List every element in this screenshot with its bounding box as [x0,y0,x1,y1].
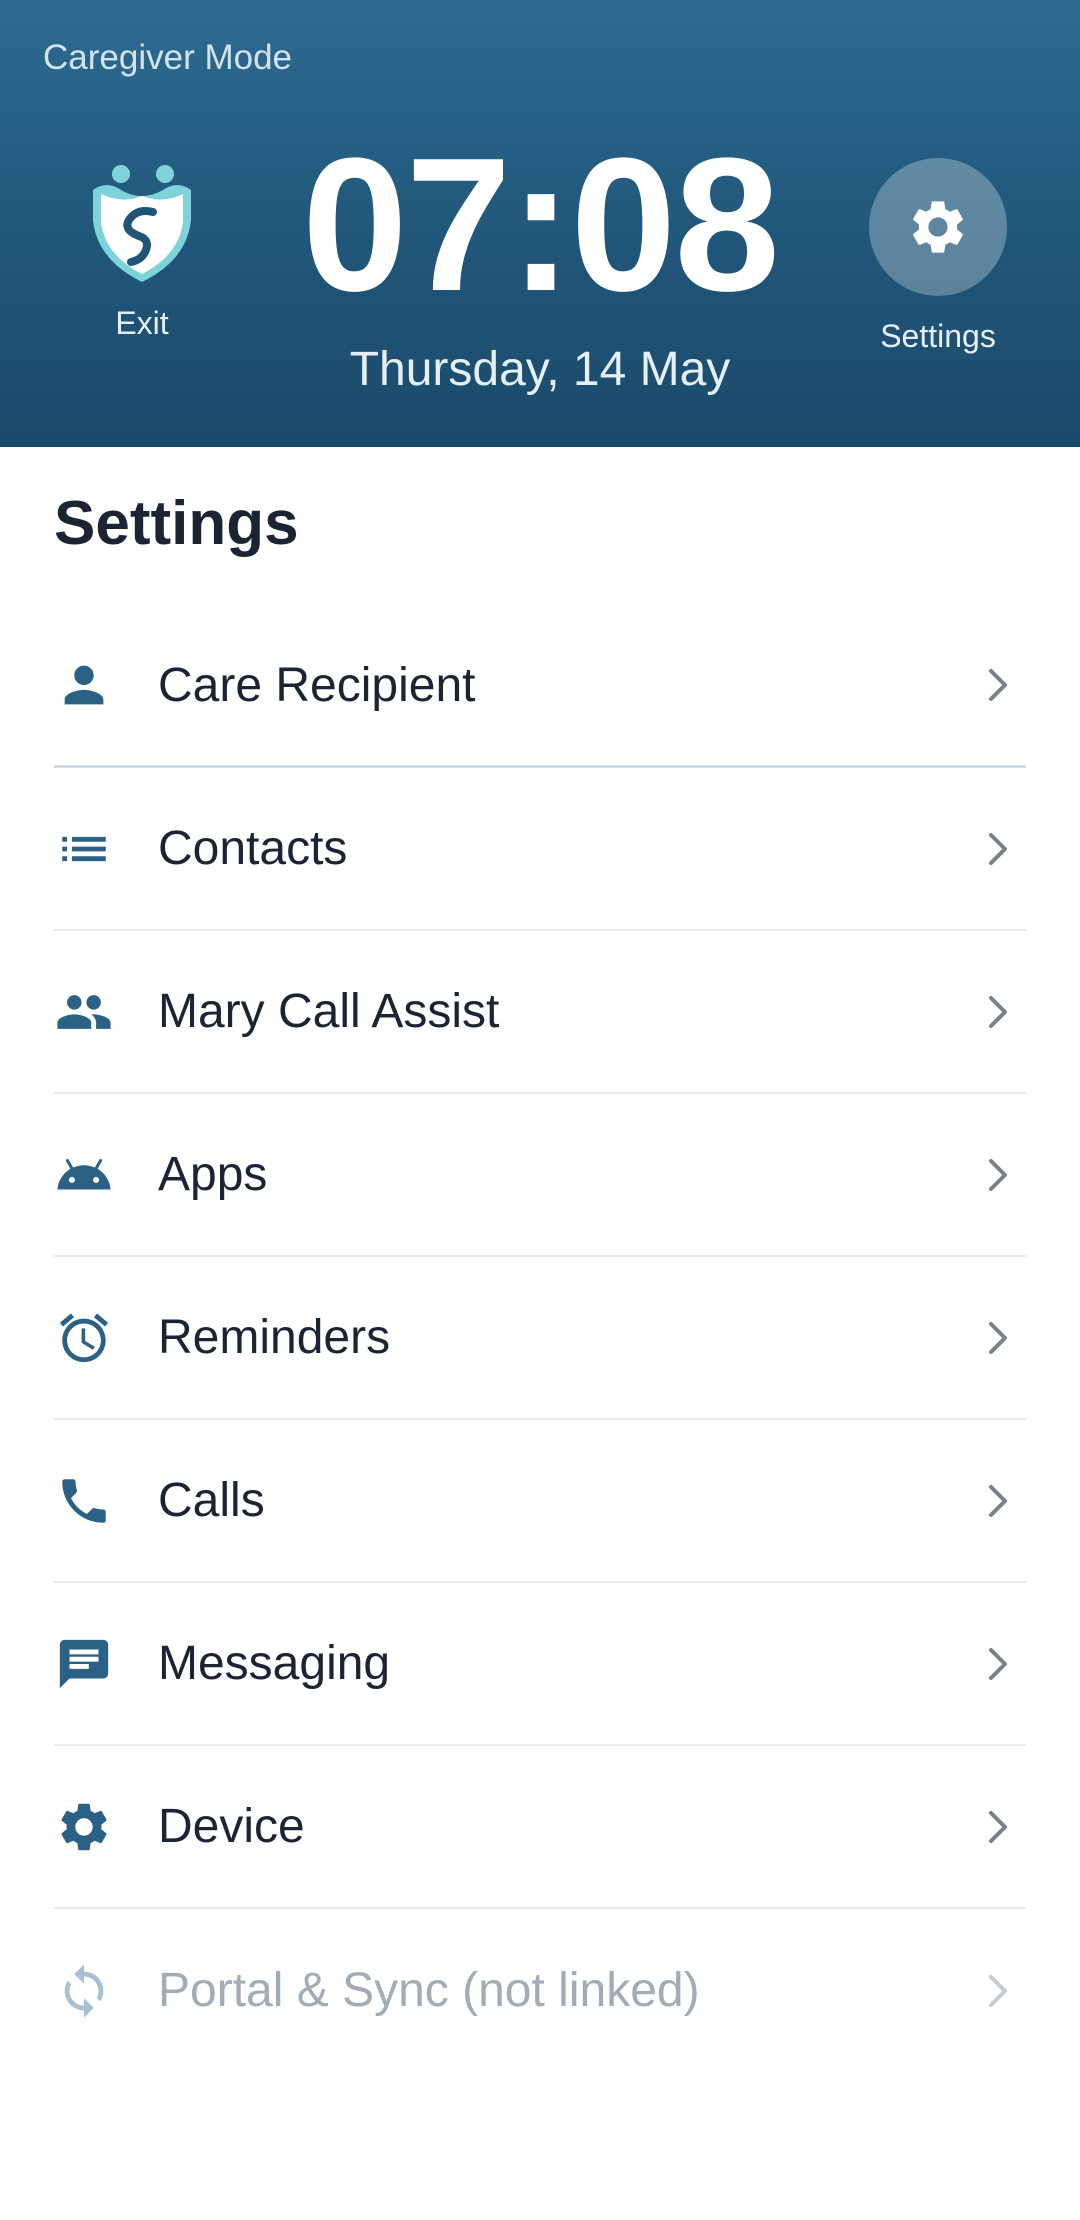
settings-button[interactable]: Settings [868,158,1008,358]
settings-item-label: Messaging [158,1637,391,1690]
mode-label: Caregiver Mode [43,38,292,77]
settings-item-contacts[interactable]: Contacts [54,768,1026,931]
clock-date: Thursday, 14 May [349,343,731,396]
settings-item-label: Contacts [158,822,348,875]
settings-item-label: Apps [158,1148,268,1201]
settings-item-label: Calls [158,1474,265,1527]
settings-item-portal-sync[interactable]: Portal & Sync (not linked) [54,1909,1026,2072]
settings-item-label: Care Recipient [158,658,476,712]
settings-item-care-recipient[interactable]: Care Recipient [54,605,1026,768]
settings-circle [869,158,1007,296]
app-logo-icon [93,165,191,282]
settings-item-label: Reminders [158,1311,391,1364]
chevron-right-icon [980,1481,1016,1521]
settings-label: Settings [880,318,996,354]
alarm-icon [54,1308,114,1368]
list-icon [54,819,114,879]
chevron-right-icon [980,829,1016,869]
header-bar: Caregiver Mode Exit 07:08 Thursday, 14 M… [0,0,1080,447]
settings-item-mary-call-assist[interactable]: Mary Call Assist [54,931,1026,1094]
settings-item-messaging[interactable]: Messaging [54,1583,1026,1746]
chevron-right-icon [980,1644,1016,1684]
gear-icon [54,1797,114,1857]
chevron-right-icon [980,665,1016,705]
chevron-right-icon [980,1155,1016,1195]
settings-item-label: Mary Call Assist [158,985,500,1038]
exit-label: Exit [115,305,169,341]
chevron-right-icon [980,992,1016,1032]
chevron-right-icon [980,1318,1016,1358]
settings-item-label: Portal & Sync (not linked) [158,1964,700,2017]
phone-icon [54,1471,114,1531]
message-icon [54,1634,114,1694]
chevron-right-icon [980,1807,1016,1847]
settings-list: Care Recipient Contacts Mary Call Assist… [54,605,1026,2072]
gear-icon [913,201,963,253]
person-icon [54,655,114,715]
android-icon [54,1145,114,1205]
exit-button[interactable]: Exit [72,160,212,360]
settings-item-label: Device [158,1800,305,1853]
settings-item-calls[interactable]: Calls [54,1420,1026,1583]
people-icon [54,982,114,1042]
settings-item-device[interactable]: Device [54,1746,1026,1909]
clock-time: 07:08 [302,119,780,331]
chevron-right-icon [980,1971,1016,2011]
settings-item-apps[interactable]: Apps [54,1094,1026,1257]
page-title: Settings [54,489,299,558]
settings-item-reminders[interactable]: Reminders [54,1257,1026,1420]
sync-icon [54,1961,114,2021]
